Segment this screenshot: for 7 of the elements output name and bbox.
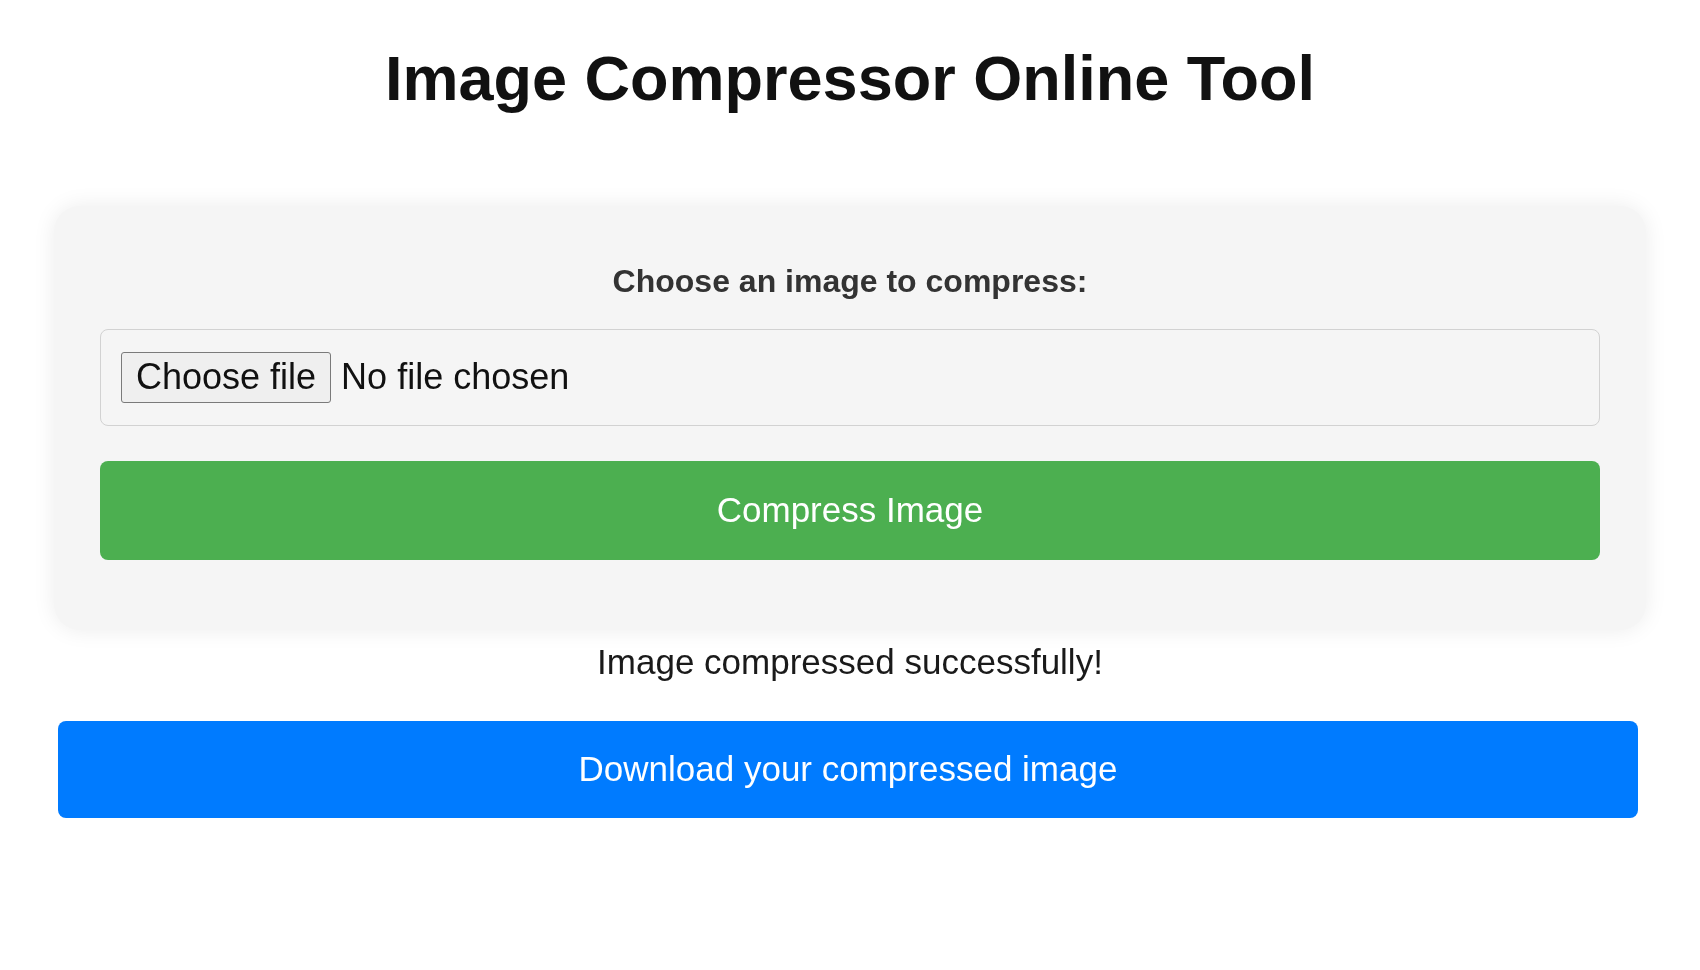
upload-label: Choose an image to compress: [612,261,1088,300]
file-input-field[interactable]: Choose file No file chosen [100,329,1600,426]
file-status-text: No file chosen [341,356,570,399]
download-button[interactable]: Download your compressed image [58,721,1638,818]
page-title: Image Compressor Online Tool [385,42,1315,115]
choose-file-button[interactable]: Choose file [121,352,332,403]
success-message: Image compressed successfully! [597,641,1103,683]
